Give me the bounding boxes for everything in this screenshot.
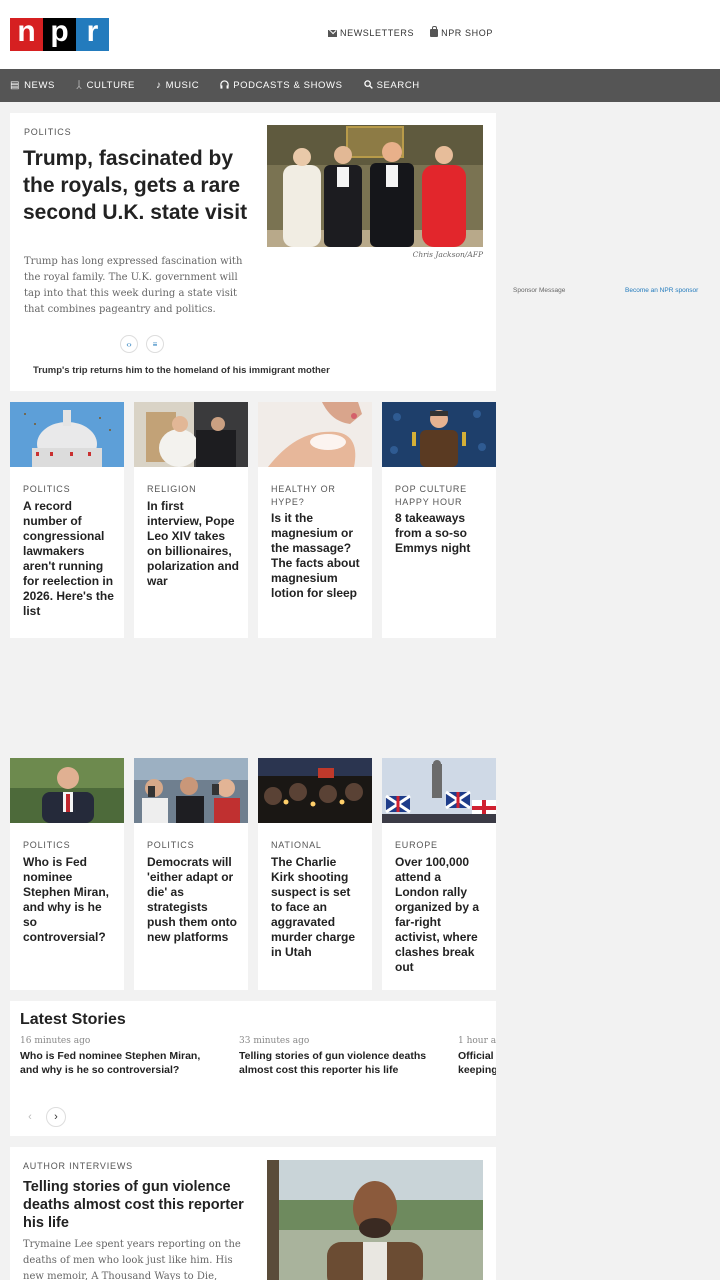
story-headline[interactable]: In first interview, Pope Leo XIV takes o… <box>147 499 239 589</box>
latest-story-time: 33 minutes ago <box>239 1036 310 1046</box>
nav-label: PODCASTS & SHOWS <box>233 80 343 91</box>
story-thumbnail-miran[interactable] <box>10 758 124 823</box>
nav-item-podcasts[interactable]: PODCASTS & SHOWS <box>220 79 343 92</box>
story-kicker[interactable]: NATIONAL <box>271 839 363 852</box>
npr-shop-label: NPR SHOP <box>441 28 493 38</box>
latest-story-title[interactable]: Telling stories of gun violence deaths a… <box>239 1050 439 1077</box>
lead-photo-royals[interactable] <box>267 125 483 247</box>
main-nav: ▤ NEWS ᛸ CULTURE ♪ MUSIC PODCASTS & SHOW… <box>0 69 720 102</box>
logo-letter-r: r <box>76 17 109 51</box>
latest-story-title[interactable]: Who is Fed nominee Stephen Miran, and wh… <box>20 1050 220 1077</box>
latest-story-time: 16 minutes ago <box>20 1036 91 1046</box>
story-kicker[interactable]: POLITICS <box>23 839 115 852</box>
sponsor-message-label: Sponsor Message <box>513 287 566 294</box>
story-card[interactable]: POLITICS Democrats will 'either adapt or… <box>134 758 248 990</box>
transcript-icon: ≡ <box>152 339 158 349</box>
envelope-icon <box>328 29 337 37</box>
story-card[interactable]: EUROPE Over 100,000 attend a London rall… <box>382 758 496 990</box>
story-card[interactable]: HEALTHY OR HYPE? Is it the magnesium or … <box>258 402 372 638</box>
npr-logo[interactable]: n p r <box>10 17 109 51</box>
newsletters-link[interactable]: NEWSLETTERS <box>328 28 414 38</box>
music-note-icon: ♪ <box>155 80 162 91</box>
nav-item-news[interactable]: ▤ NEWS <box>10 80 55 91</box>
lead-actions: ‹› ≡ <box>120 335 164 353</box>
nav-label: MUSIC <box>165 80 200 91</box>
lead-teaser: Trump has long expressed fascination wit… <box>24 256 243 315</box>
newspaper-icon: ▤ <box>10 80 21 91</box>
related-story-link[interactable]: Trump's trip returns him to the homeland… <box>33 365 330 376</box>
carousel-next-button[interactable]: › <box>46 1107 66 1127</box>
nav-item-culture[interactable]: ᛸ CULTURE <box>76 80 135 91</box>
latest-stories-heading: Latest Stories <box>20 1011 126 1028</box>
story-kicker[interactable]: EUROPE <box>395 839 487 852</box>
story-card[interactable]: RELIGION In first interview, Pope Leo XI… <box>134 402 248 638</box>
latest-story-time: 1 hour ago <box>458 1036 496 1046</box>
story-thumbnail-democrats-phones[interactable] <box>134 758 248 823</box>
story-card[interactable]: POLITICS A record number of congressiona… <box>10 402 124 638</box>
story-headline[interactable]: The Charlie Kirk shooting suspect is set… <box>271 855 363 960</box>
nav-label: SEARCH <box>376 80 420 91</box>
story-kicker[interactable]: RELIGION <box>147 483 239 496</box>
story-thumbnail-pope[interactable] <box>134 402 248 467</box>
carousel-prev-button[interactable]: ‹ <box>20 1107 40 1127</box>
become-sponsor-link[interactable]: Become an NPR sponsor <box>625 287 698 294</box>
dancer-icon: ᛸ <box>75 80 83 91</box>
author-kicker[interactable]: AUTHOR INTERVIEWS <box>23 1161 133 1171</box>
story-kicker[interactable]: POLITICS <box>23 483 115 496</box>
story-thumbnail-foot-lotion[interactable] <box>258 402 372 467</box>
transcript-button[interactable]: ≡ <box>146 335 164 353</box>
story-kicker[interactable]: POLITICS <box>147 839 239 852</box>
nav-label: CULTURE <box>86 80 135 91</box>
author-interview-card: AUTHOR INTERVIEWS Telling stories of gun… <box>10 1147 496 1280</box>
lead-story-card: POLITICS Trump, fascinated by the royals… <box>10 113 496 391</box>
author-headline[interactable]: Telling stories of gun violence deaths a… <box>23 1178 248 1232</box>
story-thumbnail-london-rally[interactable] <box>382 758 496 823</box>
latest-stories-carousel: Latest Stories 16 minutes ago Who is Fed… <box>10 1001 496 1136</box>
search-icon <box>363 79 373 92</box>
story-kicker[interactable]: HEALTHY OR HYPE? <box>271 483 363 509</box>
author-teaser: Trymaine Lee spent years reporting on th… <box>23 1239 241 1280</box>
story-thumbnail-emmys[interactable] <box>382 402 496 467</box>
site-header: n p r NEWSLETTERS NPR SHOP <box>0 0 720 69</box>
latest-story-item[interactable]: 16 minutes ago Who is Fed nominee Stephe… <box>20 1036 220 1077</box>
carousel-controls: ‹ › <box>20 1107 66 1127</box>
author-photo[interactable] <box>267 1160 483 1280</box>
latest-story-item[interactable]: 33 minutes ago Telling stories of gun vi… <box>239 1036 439 1077</box>
latest-story-title[interactable]: Official keeping <box>458 1050 496 1077</box>
chevron-left-icon: ‹ <box>28 1111 32 1123</box>
nav-item-music[interactable]: ♪ MUSIC <box>156 80 199 91</box>
story-headline[interactable]: Is it the magnesium or the massage? The … <box>271 511 363 601</box>
story-card[interactable]: NATIONAL The Charlie Kirk shooting suspe… <box>258 758 372 990</box>
story-thumbnail-vigil[interactable] <box>258 758 372 823</box>
newsletters-label: NEWSLETTERS <box>340 28 415 38</box>
story-thumbnail-capitol[interactable] <box>10 402 124 467</box>
npr-shop-link[interactable]: NPR SHOP <box>430 26 493 38</box>
lead-headline[interactable]: Trump, fascinated by the royals, gets a … <box>23 145 248 226</box>
chevron-right-icon: › <box>54 1111 58 1123</box>
embed-button[interactable]: ‹› <box>120 335 138 353</box>
story-card[interactable]: POP CULTURE HAPPY HOUR 8 takeaways from … <box>382 402 496 638</box>
story-headline[interactable]: Democrats will 'either adapt or die' as … <box>147 855 239 945</box>
story-headline[interactable]: 8 takeaways from a so-so Emmys night <box>395 511 487 556</box>
code-icon: ‹› <box>126 339 132 349</box>
nav-item-search[interactable]: SEARCH <box>363 79 420 92</box>
story-headline[interactable]: Over 100,000 attend a London rally organ… <box>395 855 487 975</box>
story-headline[interactable]: A record number of congressional lawmake… <box>23 499 115 619</box>
shopping-bag-icon <box>430 26 439 37</box>
photo-credit: Chris Jackson/AFP <box>412 250 483 259</box>
story-headline[interactable]: Who is Fed nominee Stephen Miran, and wh… <box>23 855 115 945</box>
logo-letter-n: n <box>10 17 43 51</box>
logo-letter-p: p <box>43 17 76 51</box>
latest-story-item[interactable]: 1 hour ago Official keeping <box>458 1036 496 1077</box>
story-card[interactable]: POLITICS Who is Fed nominee Stephen Mira… <box>10 758 124 990</box>
nav-label: NEWS <box>24 80 55 91</box>
headphones-icon <box>220 79 229 92</box>
lead-kicker[interactable]: POLITICS <box>24 127 71 137</box>
header-links: NEWSLETTERS NPR SHOP <box>328 26 493 38</box>
story-kicker[interactable]: POP CULTURE HAPPY HOUR <box>395 483 487 509</box>
